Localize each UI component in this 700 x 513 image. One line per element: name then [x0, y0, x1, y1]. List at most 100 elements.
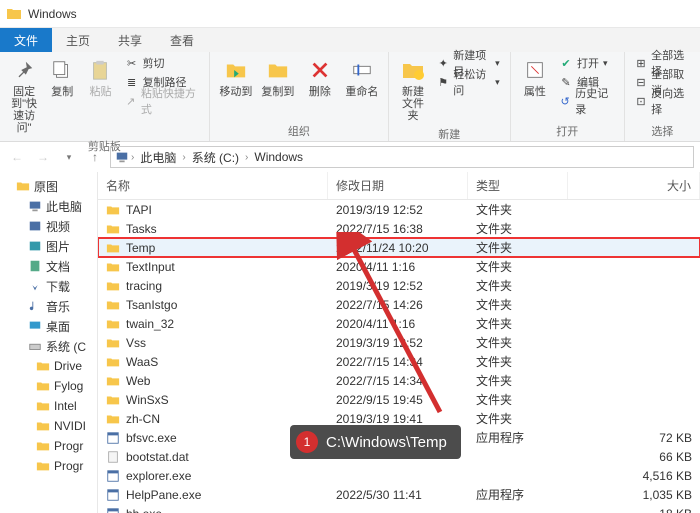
- tab-view[interactable]: 查看: [156, 28, 208, 52]
- sidebar-item[interactable]: 音乐: [0, 296, 97, 316]
- properties-button[interactable]: 属性: [517, 54, 553, 100]
- file-name: hh.exe: [126, 507, 162, 513]
- breadcrumb-drive[interactable]: 系统 (C:): [188, 149, 243, 166]
- breadcrumb[interactable]: › 此电脑 › 系统 (C:) › Windows: [110, 146, 694, 168]
- sidebar-item[interactable]: 文档: [0, 256, 97, 276]
- file-name: Vss: [126, 336, 146, 350]
- back-button[interactable]: ←: [6, 146, 28, 168]
- file-date: 2019/3/19 12:52: [328, 203, 468, 217]
- file-name: Tasks: [126, 222, 157, 236]
- sidebar-item[interactable]: 视频: [0, 216, 97, 236]
- file-date: 2019/3/19 19:41: [328, 412, 468, 426]
- tab-file[interactable]: 文件: [0, 28, 52, 52]
- invert-selection-button[interactable]: ⊡反向选择: [631, 92, 694, 110]
- file-name: zh-CN: [126, 412, 160, 426]
- file-name: TAPI: [126, 203, 152, 217]
- chevron-right-icon: ›: [182, 152, 185, 163]
- paste-shortcut-button[interactable]: ↗粘贴快捷方式: [121, 92, 203, 110]
- open-button[interactable]: ✔打开▾: [555, 54, 618, 72]
- table-row[interactable]: tracing2019/3/19 12:52文件夹: [98, 276, 700, 295]
- move-to-button[interactable]: 移动到: [216, 54, 256, 100]
- table-row[interactable]: WinSxS2022/9/15 19:45文件夹: [98, 390, 700, 409]
- move-icon: [222, 56, 250, 84]
- pin-button[interactable]: 固定到"快速访问": [6, 54, 42, 136]
- breadcrumb-folder[interactable]: Windows: [250, 150, 307, 164]
- sidebar-item-label: 文档: [46, 258, 70, 275]
- sidebar-item[interactable]: 此电脑: [0, 196, 97, 216]
- file-type: 文件夹: [468, 372, 568, 389]
- breadcrumb-pc[interactable]: 此电脑: [136, 149, 180, 166]
- file-name: tracing: [126, 279, 162, 293]
- folder-icon: [106, 260, 120, 274]
- chevron-down-icon: ▾: [495, 77, 500, 88]
- table-row[interactable]: WaaS2022/7/15 14:34文件夹: [98, 352, 700, 371]
- sidebar-item-label: Drive: [54, 359, 82, 373]
- tab-share[interactable]: 共享: [104, 28, 156, 52]
- table-row[interactable]: HelpPane.exe2022/5/30 11:41应用程序1,035 KB: [98, 485, 700, 504]
- table-row[interactable]: hh.exe18 KB: [98, 504, 700, 513]
- file-type: 文件夹: [468, 410, 568, 427]
- copy-button[interactable]: 复制: [44, 54, 80, 100]
- delete-button[interactable]: 删除: [300, 54, 340, 100]
- table-row[interactable]: twain_322020/4/11 1:16文件夹: [98, 314, 700, 333]
- chevron-right-icon: ›: [131, 152, 134, 163]
- table-row[interactable]: Tasks2022/7/15 16:38文件夹: [98, 219, 700, 238]
- forward-button[interactable]: →: [32, 146, 54, 168]
- table-row[interactable]: Web2022/7/15 14:34文件夹: [98, 371, 700, 390]
- sidebar-item[interactable]: 下载: [0, 276, 97, 296]
- sidebar-item[interactable]: 图片: [0, 236, 97, 256]
- sidebar-item[interactable]: Fylog: [0, 376, 97, 396]
- table-row[interactable]: explorer.exe4,516 KB: [98, 466, 700, 485]
- sidebar-item[interactable]: Intel: [0, 396, 97, 416]
- history-icon: ↺: [559, 94, 571, 108]
- col-name[interactable]: 名称: [98, 172, 328, 199]
- table-row[interactable]: TextInput2020/4/11 1:16文件夹: [98, 257, 700, 276]
- sidebar-item[interactable]: 系统 (C: [0, 336, 97, 356]
- shortcut-icon: ↗: [125, 94, 137, 108]
- new-folder-button[interactable]: 新建 文件夹: [395, 54, 431, 124]
- folder-icon: [106, 241, 120, 255]
- easy-access-button[interactable]: ⚑轻松访问▾: [433, 73, 504, 91]
- tab-home[interactable]: 主页: [52, 28, 104, 52]
- sidebar-item[interactable]: 桌面: [0, 316, 97, 336]
- select-all-icon: ⊞: [635, 56, 647, 70]
- open-group-label: 打开: [517, 121, 618, 141]
- doc-icon: [28, 259, 42, 273]
- paste-icon: [86, 56, 114, 84]
- history-button[interactable]: ↺历史记录: [555, 92, 618, 110]
- sidebar-item[interactable]: 原图: [0, 176, 97, 196]
- sidebar-item-label: NVIDI: [54, 419, 86, 433]
- sidebar-item[interactable]: NVIDI: [0, 416, 97, 436]
- file-list: 名称 修改日期 类型 大小 TAPI 2019/3/19 12:52 文件夹 Task…: [98, 172, 700, 513]
- file-type: 文件夹: [468, 258, 568, 275]
- col-date[interactable]: 修改日期: [328, 172, 468, 199]
- delete-icon: [306, 56, 334, 84]
- video-icon: [28, 219, 42, 233]
- sidebar-item-label: Intel: [54, 399, 77, 413]
- folder-icon: [6, 6, 22, 22]
- table-row[interactable]: TAPI2019/3/19 12:52文件夹: [98, 200, 700, 219]
- sidebar-item[interactable]: Progr: [0, 456, 97, 476]
- chevron-down-icon: ▾: [495, 58, 500, 69]
- table-row[interactable]: TsanIstgo2022/7/15 14:26文件夹: [98, 295, 700, 314]
- col-size[interactable]: 大小: [568, 172, 700, 199]
- col-type[interactable]: 类型: [468, 172, 568, 199]
- select-group-label: 选择: [631, 121, 694, 141]
- titlebar: Windows: [0, 0, 700, 28]
- table-row[interactable]: Vss2019/3/19 12:52文件夹: [98, 333, 700, 352]
- copy-icon: [48, 56, 76, 84]
- rename-button[interactable]: 重命名: [342, 54, 382, 100]
- file-type: 文件夹: [468, 353, 568, 370]
- column-headers: 名称 修改日期 类型 大小: [98, 172, 700, 200]
- sidebar-item[interactable]: Progr: [0, 436, 97, 456]
- sidebar-item[interactable]: Drive: [0, 356, 97, 376]
- paste-button[interactable]: 粘贴: [82, 54, 118, 100]
- file-type: 文件夹: [468, 277, 568, 294]
- table-row[interactable]: Temp2022/11/24 10:20文件夹: [98, 238, 700, 257]
- cut-button[interactable]: ✂剪切: [121, 54, 203, 72]
- recent-button[interactable]: ▾: [58, 146, 80, 168]
- up-button[interactable]: ↑: [84, 146, 106, 168]
- file-date: 2020/4/11 1:16: [328, 260, 468, 274]
- copy-to-button[interactable]: 复制到: [258, 54, 298, 100]
- pic-icon: [28, 239, 42, 253]
